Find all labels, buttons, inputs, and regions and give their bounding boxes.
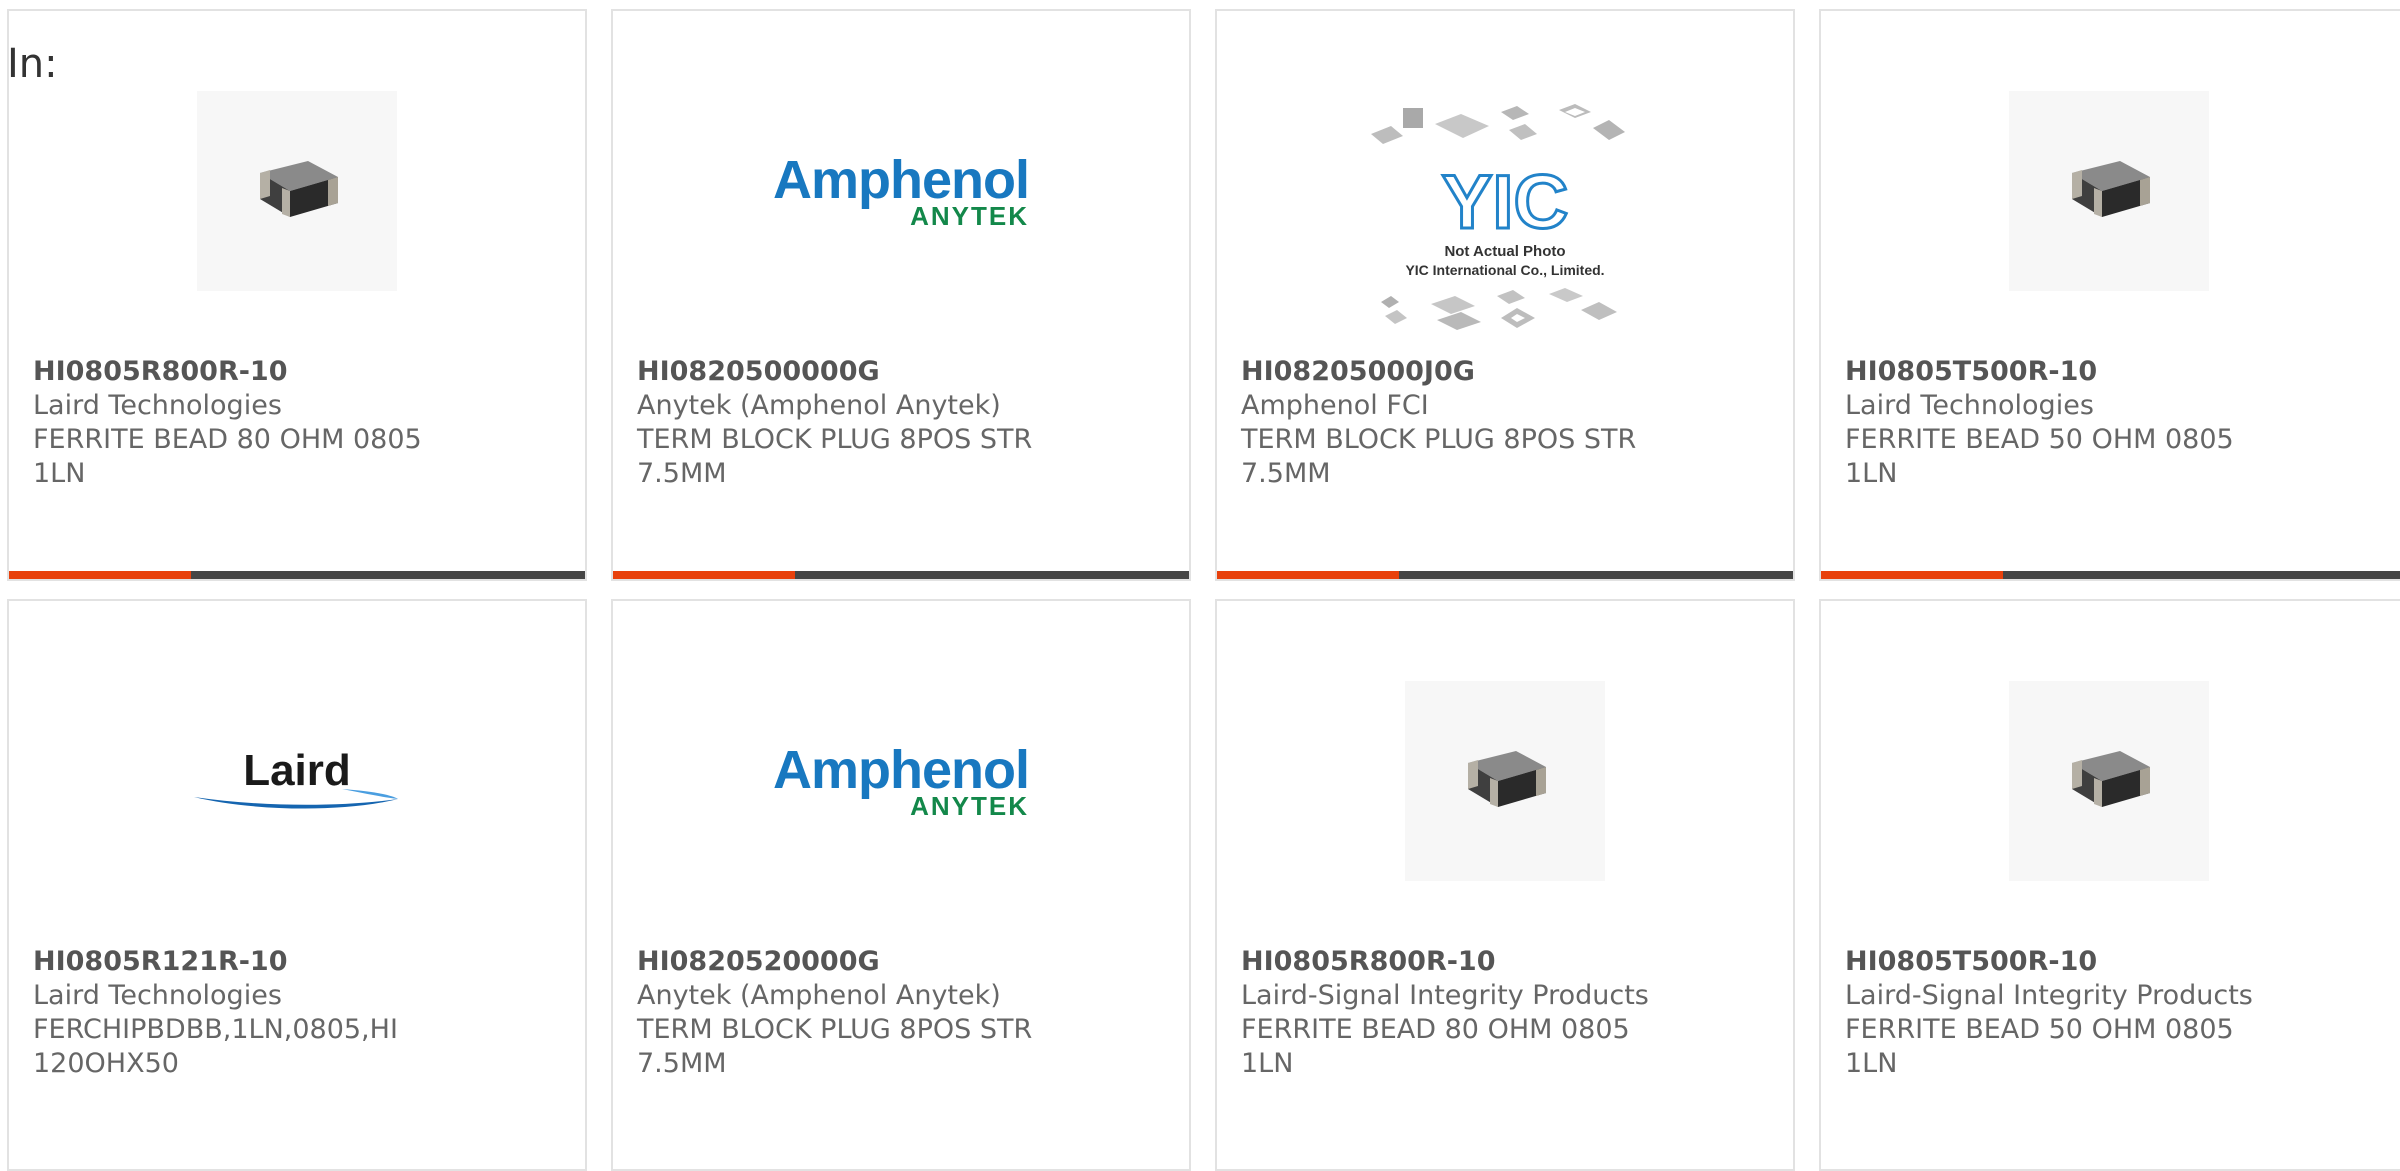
part-number-link[interactable]: HI0805R121R-10 bbox=[33, 945, 561, 979]
product-image: YIC Not Actual Photo YIC International C… bbox=[1217, 97, 1793, 345]
product-card[interactable]: HI0805R800R-10 Laird-Signal Integrity Pr… bbox=[1215, 599, 1795, 1171]
ferrite-bead-photo bbox=[1405, 681, 1605, 881]
card-bottom-bar bbox=[1821, 571, 2400, 579]
product-card[interactable]: HI0805T500R-10 Laird-Signal Integrity Pr… bbox=[1819, 599, 2400, 1171]
part-number-link[interactable]: HI0805R800R-10 bbox=[33, 355, 561, 389]
description: FERCHIPBDBB,1LN,0805,HI 120OHX50 bbox=[33, 1014, 398, 1079]
description: TERM BLOCK PLUG 8POS STR 7.5MM bbox=[1241, 424, 1637, 489]
product-card[interactable]: YIC Not Actual Photo YIC International C… bbox=[1215, 9, 1795, 581]
product-image bbox=[1821, 657, 2397, 905]
product-image: Amphenol ANYTEK bbox=[613, 67, 1189, 315]
ferrite-bead-photo bbox=[2009, 91, 2209, 291]
yic-not-actual-photo: YIC Not Actual Photo YIC International C… bbox=[1371, 104, 1625, 330]
svg-text:Laird: Laird bbox=[243, 746, 351, 795]
part-number-link[interactable]: HI0805T500R-10 bbox=[1845, 355, 2378, 389]
product-card[interactable]: Amphenol ANYTEK HI0820520000G Anytek (Am… bbox=[611, 599, 1191, 1171]
svg-text:YIC International Co., Limited: YIC International Co., Limited. bbox=[1405, 262, 1604, 278]
product-card[interactable]: Amphenol ANYTEK HI0820500000G Anytek (Am… bbox=[611, 9, 1191, 581]
part-number-link[interactable]: HI0805T500R-10 bbox=[1845, 945, 2378, 979]
card-bottom-bar bbox=[613, 571, 1189, 579]
product-image: Laird bbox=[9, 657, 585, 905]
card-accent bbox=[9, 571, 191, 579]
part-number-link[interactable]: HI08205000J0G bbox=[1241, 355, 1769, 389]
description: TERM BLOCK PLUG 8POS STR 7.5MM bbox=[637, 1014, 1033, 1079]
manufacturer: Laird Technologies bbox=[1845, 390, 2094, 421]
ferrite-bead-photo bbox=[2009, 681, 2209, 881]
filter-in-label: In: bbox=[7, 41, 58, 87]
product-card[interactable]: HI0805T500R-10 Laird Technologies FERRIT… bbox=[1819, 9, 2400, 581]
product-card[interactable]: HI0805R800R-10 Laird Technologies FERRIT… bbox=[7, 9, 587, 581]
description: FERRITE BEAD 80 OHM 0805 1LN bbox=[1241, 1014, 1630, 1079]
card-accent bbox=[1821, 571, 2003, 579]
card-bottom-bar bbox=[9, 571, 585, 579]
manufacturer: Laird-Signal Integrity Products bbox=[1241, 980, 1649, 1011]
manufacturer: Laird Technologies bbox=[33, 390, 282, 421]
description: TERM BLOCK PLUG 8POS STR 7.5MM bbox=[637, 424, 1033, 489]
product-image bbox=[9, 67, 585, 315]
part-number-link[interactable]: HI0805R800R-10 bbox=[1241, 945, 1769, 979]
part-number-link[interactable]: HI0820500000G bbox=[637, 355, 1165, 389]
product-card[interactable]: Laird HI0805R121R-10 Laird Technologies … bbox=[7, 599, 587, 1171]
description: FERRITE BEAD 50 OHM 0805 1LN bbox=[1845, 1014, 2234, 1079]
amphenol-anytek-logo: Amphenol ANYTEK bbox=[773, 150, 1030, 231]
product-image bbox=[1821, 67, 2397, 315]
product-image: Amphenol ANYTEK bbox=[613, 657, 1189, 905]
svg-text:Not Actual Photo: Not Actual Photo bbox=[1444, 243, 1565, 260]
description: FERRITE BEAD 80 OHM 0805 1LN bbox=[33, 424, 422, 489]
manufacturer: Laird Technologies bbox=[33, 980, 282, 1011]
amphenol-anytek-logo: Amphenol ANYTEK bbox=[773, 740, 1030, 821]
part-number-link[interactable]: HI0820520000G bbox=[637, 945, 1165, 979]
card-accent bbox=[1217, 571, 1399, 579]
manufacturer: Laird-Signal Integrity Products bbox=[1845, 980, 2253, 1011]
card-bottom-bar bbox=[1217, 571, 1793, 579]
laird-logo: Laird bbox=[194, 746, 398, 809]
manufacturer: Amphenol FCI bbox=[1241, 390, 1429, 421]
svg-text:YIC: YIC bbox=[1442, 160, 1569, 245]
product-image bbox=[1217, 657, 1793, 905]
manufacturer: Anytek (Amphenol Anytek) bbox=[637, 980, 1001, 1011]
ferrite-bead-photo bbox=[197, 91, 397, 291]
product-grid: HI0805R800R-10 Laird Technologies FERRIT… bbox=[0, 0, 2400, 1171]
card-accent bbox=[613, 571, 795, 579]
manufacturer: Anytek (Amphenol Anytek) bbox=[637, 390, 1001, 421]
description: FERRITE BEAD 50 OHM 0805 1LN bbox=[1845, 424, 2234, 489]
